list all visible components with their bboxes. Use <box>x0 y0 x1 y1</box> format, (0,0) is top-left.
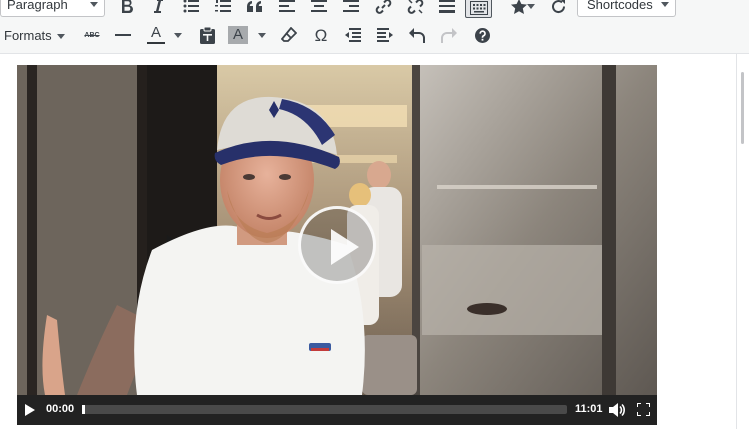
background-color-icon: A <box>228 26 248 44</box>
undo-icon <box>409 27 425 43</box>
align-center-button[interactable] <box>310 0 328 15</box>
strikethrough-icon: ABC <box>84 31 100 39</box>
special-character-icon: Ω <box>314 25 328 45</box>
unlink-icon <box>407 0 423 14</box>
chevron-down-icon <box>90 2 98 7</box>
special-character-button[interactable]: Ω <box>312 26 330 44</box>
outdent-icon <box>345 28 361 42</box>
chevron-down-icon <box>174 33 182 38</box>
bulleted-list-icon <box>183 0 199 13</box>
editor-toolbar-row-1: Paragraph Shortcodes <box>0 0 749 20</box>
play-overlay-icon[interactable] <box>298 206 376 284</box>
paste-as-text-icon <box>199 26 215 44</box>
indent-icon <box>377 28 393 42</box>
strikethrough-button[interactable]: ABC <box>82 27 102 43</box>
insert-link-button[interactable] <box>374 0 392 15</box>
redo-button[interactable] <box>440 26 458 44</box>
horizontal-line-button[interactable] <box>114 27 132 43</box>
background-color-button[interactable]: A <box>226 24 268 46</box>
help-button[interactable] <box>473 26 491 44</box>
editor-toolbar-row-2 <box>0 20 749 54</box>
formats-dropdown[interactable]: Formats <box>4 28 65 43</box>
clear-formatting-icon <box>281 27 297 42</box>
numbered-list-icon <box>215 0 231 12</box>
align-center-icon <box>311 0 327 12</box>
indent-button[interactable] <box>376 26 394 44</box>
read-more-icon <box>439 0 455 13</box>
chevron-down-icon <box>56 34 65 40</box>
numbered-list-button[interactable] <box>214 0 232 15</box>
bold-icon <box>122 0 133 14</box>
outdent-button[interactable] <box>344 26 362 44</box>
current-time: 00:00 <box>46 403 75 415</box>
text-color-button[interactable]: A <box>144 24 184 46</box>
bold-button[interactable] <box>119 0 135 15</box>
video-player[interactable] <box>17 65 657 395</box>
blockquote-button[interactable] <box>246 0 264 15</box>
align-right-button[interactable] <box>342 0 360 15</box>
chevron-down-icon <box>527 4 535 9</box>
align-right-icon <box>343 0 359 12</box>
shortcodes-select[interactable]: Shortcodes <box>577 0 676 17</box>
text-color-icon: A <box>150 24 161 41</box>
redo-icon <box>441 27 457 43</box>
link-icon <box>375 0 391 14</box>
paragraph-select-value: Paragraph <box>7 0 68 12</box>
italic-button[interactable] <box>150 0 166 15</box>
star-dropdown-button[interactable] <box>501 0 537 15</box>
star-icon <box>511 0 527 14</box>
paragraph-select[interactable]: Paragraph <box>0 0 105 17</box>
insert-read-more-button[interactable] <box>438 0 456 15</box>
paste-as-text-button[interactable] <box>198 26 216 44</box>
horizontal-line-icon <box>115 34 131 36</box>
italic-icon <box>154 0 163 13</box>
chevron-down-icon <box>258 33 266 38</box>
align-left-button[interactable] <box>278 0 296 15</box>
undo-button[interactable] <box>408 26 426 44</box>
seek-bar[interactable] <box>82 405 567 414</box>
editor-scrollbar[interactable] <box>736 54 749 429</box>
refresh-button[interactable] <box>549 0 567 15</box>
duration-time: 11:01 <box>575 403 603 415</box>
remove-link-button[interactable] <box>406 0 424 15</box>
text-color-swatch <box>147 42 165 44</box>
align-left-icon <box>279 0 295 12</box>
play-icon[interactable] <box>25 404 35 416</box>
chevron-down-icon <box>661 2 669 7</box>
fullscreen-icon[interactable] <box>637 403 650 416</box>
scrollbar-thumb[interactable] <box>741 72 744 144</box>
toolbar-toggle-icon <box>469 0 488 15</box>
bulleted-list-button[interactable] <box>182 0 200 15</box>
formats-label: Formats <box>4 28 52 43</box>
volume-icon[interactable] <box>609 403 625 417</box>
seek-handle[interactable] <box>82 405 85 414</box>
help-icon <box>474 27 490 43</box>
video-controls-bar: 00:00 11:01 <box>17 395 657 425</box>
clear-formatting-button[interactable] <box>280 26 298 44</box>
shortcodes-select-value: Shortcodes <box>587 0 653 12</box>
refresh-icon <box>551 0 565 13</box>
toolbar-toggle-button[interactable] <box>465 0 492 18</box>
blockquote-icon <box>247 1 262 12</box>
